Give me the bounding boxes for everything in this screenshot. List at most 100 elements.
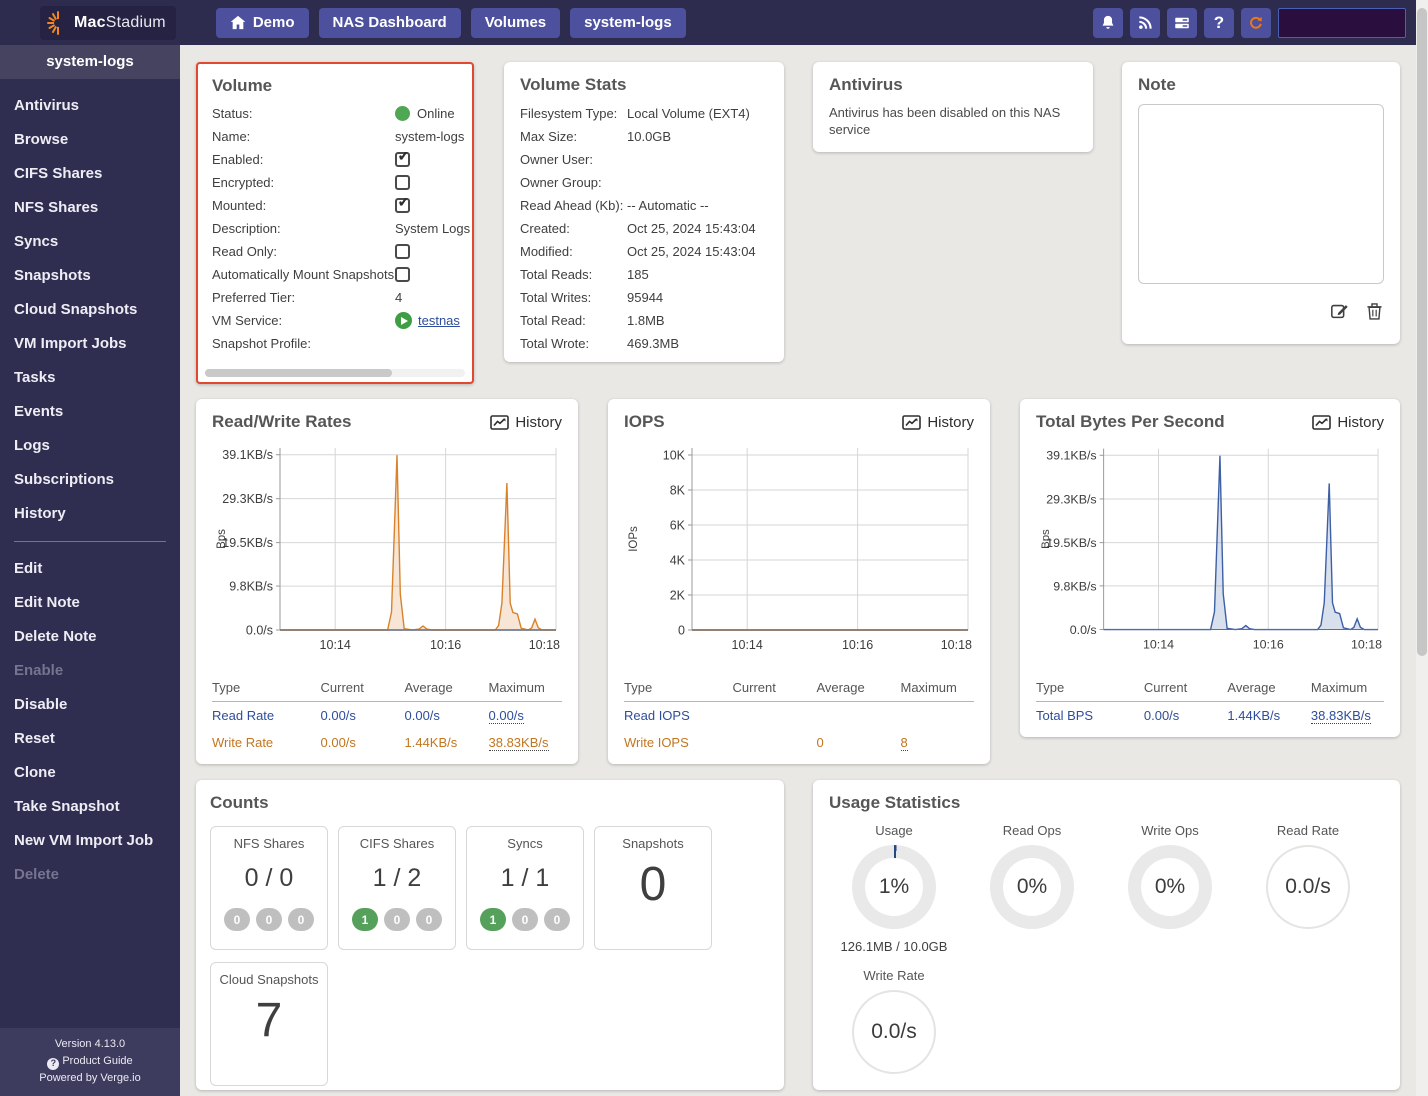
breadcrumb-system-logs[interactable]: system-logs	[570, 8, 686, 38]
sidebar-action-edit[interactable]: Edit	[0, 552, 180, 586]
notifications-button[interactable]	[1093, 8, 1123, 38]
svg-text:2K: 2K	[670, 589, 686, 603]
svg-text:19.5KB/s: 19.5KB/s	[1046, 536, 1096, 550]
write-rate-donut: 0.0/s	[852, 990, 936, 1074]
stat-total-reads: Total Reads:185	[520, 263, 768, 286]
tile-syncs[interactable]: Syncs 1 / 1 1 0 0	[466, 826, 584, 950]
svg-text:19.5KB/s: 19.5KB/s	[222, 536, 273, 550]
sidebar-item-cloud-snapshots[interactable]: Cloud Snapshots	[0, 293, 180, 327]
read-only-checkbox[interactable]	[395, 244, 410, 259]
testnas-link[interactable]: testnas	[418, 313, 460, 328]
servers-button[interactable]	[1167, 8, 1197, 38]
edit-note-icon[interactable]	[1330, 301, 1350, 321]
svg-text:10:14: 10:14	[732, 638, 763, 652]
delete-note-icon[interactable]	[1365, 301, 1384, 321]
svg-text:0: 0	[678, 624, 685, 638]
row-summary: Counts NFS Shares 0 / 0 0 0 0 CIFS Share…	[196, 780, 1400, 1090]
note-textarea[interactable]	[1138, 104, 1384, 284]
sidebar-item-vm-import-jobs[interactable]: VM Import Jobs	[0, 327, 180, 361]
table-row-total-bps: Total BPS0.00/s1.44KB/s38.83KB/s	[1036, 702, 1384, 729]
sidebar-item-syncs[interactable]: Syncs	[0, 225, 180, 259]
count-pill-online: 1	[352, 908, 378, 931]
iops-history-link[interactable]: History	[902, 414, 974, 431]
product-guide-link[interactable]: ?Product Guide	[0, 1053, 180, 1070]
volume-card-hscrollbar	[205, 369, 465, 377]
gauge-read-rate: Read Rate 0.0/s	[1243, 823, 1373, 954]
sidebar-item-events[interactable]: Events	[0, 395, 180, 429]
row-charts: Read/Write Rates History 0.0/s9.8KB/s19.…	[196, 399, 1400, 764]
breadcrumb-volumes[interactable]: Volumes	[471, 8, 560, 38]
sunburst-icon	[46, 9, 70, 37]
refresh-button[interactable]	[1241, 8, 1271, 38]
tile-nfs-shares[interactable]: NFS Shares 0 / 0 0 0 0	[210, 826, 328, 950]
sidebar-item-history[interactable]: History	[0, 497, 180, 531]
encrypted-checkbox[interactable]	[395, 175, 410, 190]
sidebar-item-snapshots[interactable]: Snapshots	[0, 259, 180, 293]
tile-cifs-shares[interactable]: CIFS Shares 1 / 2 1 0 0	[338, 826, 456, 950]
sidebar-action-disable[interactable]: Disable	[0, 688, 180, 722]
svg-text:6K: 6K	[670, 519, 686, 533]
table-row-write-rate: Write Rate0.00/s1.44KB/s38.83KB/s	[212, 729, 562, 756]
help-button[interactable]: ?	[1204, 8, 1234, 38]
mounted-checkbox[interactable]	[395, 198, 410, 213]
sidebar-action-new-vm-import-job[interactable]: New VM Import Job	[0, 824, 180, 858]
search-input[interactable]	[1278, 8, 1406, 38]
gauge-write-ops: Write Ops 0%	[1105, 823, 1235, 954]
table-row-read-rate: Read Rate0.00/s0.00/s0.00/s	[212, 702, 562, 729]
svg-text:8K: 8K	[670, 484, 686, 498]
sidebar-item-logs[interactable]: Logs	[0, 429, 180, 463]
count-pill: 0	[384, 908, 410, 931]
usage-gauges-row2: Write Rate 0.0/s	[829, 968, 1384, 1074]
breadcrumb: Demo NAS Dashboard Volumes system-logs	[216, 8, 686, 38]
gauge-usage: Usage 1% 126.1MB / 10.0GB	[829, 823, 959, 954]
counts-card: Counts NFS Shares 0 / 0 0 0 0 CIFS Share…	[196, 780, 784, 1090]
sidebar-action-delete-note[interactable]: Delete Note	[0, 620, 180, 654]
tile-snapshots[interactable]: Snapshots 0	[594, 826, 712, 950]
status-online-dot	[395, 106, 410, 121]
breadcrumb-demo[interactable]: Demo	[216, 8, 309, 38]
sidebar-action-reset[interactable]: Reset	[0, 722, 180, 756]
play-icon	[395, 312, 412, 329]
sidebar: system-logs Antivirus Browse CIFS Shares…	[0, 45, 180, 1096]
sidebar-item-nfs-shares[interactable]: NFS Shares	[0, 191, 180, 225]
usage-statistics-title: Usage Statistics	[829, 793, 1384, 813]
powered-by-text: Powered by Verge.io	[0, 1070, 180, 1087]
sidebar-divider	[14, 541, 166, 542]
sidebar-action-take-snapshot[interactable]: Take Snapshot	[0, 790, 180, 824]
sidebar-item-browse[interactable]: Browse	[0, 123, 180, 157]
count-pill: 0	[416, 908, 442, 931]
read-write-history-link[interactable]: History	[490, 414, 562, 431]
total-bytes-history-link[interactable]: History	[1312, 414, 1384, 431]
tile-cloud-snapshots[interactable]: Cloud Snapshots 7	[210, 962, 328, 1086]
svg-text:10:14: 10:14	[320, 638, 351, 652]
sidebar-item-tasks[interactable]: Tasks	[0, 361, 180, 395]
volume-field-preferred-tier: Preferred Tier: 4	[198, 286, 472, 309]
svg-text:10:16: 10:16	[842, 638, 873, 652]
volume-field-auto-mount-snapshots: Automatically Mount Snapshots:	[198, 263, 472, 286]
sidebar-action-clone[interactable]: Clone	[0, 756, 180, 790]
page-scrollbar-thumb[interactable]	[1417, 8, 1427, 656]
sidebar-item-cifs-shares[interactable]: CIFS Shares	[0, 157, 180, 191]
sidebar-title: system-logs	[0, 45, 180, 79]
total-bytes-table: TypeCurrentAverageMaximum Total BPS0.00/…	[1036, 674, 1384, 729]
auto-mount-snapshots-checkbox[interactable]	[395, 267, 410, 282]
feeds-button[interactable]	[1130, 8, 1160, 38]
sidebar-item-subscriptions[interactable]: Subscriptions	[0, 463, 180, 497]
svg-text:10:18: 10:18	[1351, 637, 1382, 651]
svg-text:0.0/s: 0.0/s	[1070, 623, 1097, 637]
row-info-cards: Volume Status: Online Name: system-logs …	[196, 62, 1400, 384]
sidebar-action-edit-note[interactable]: Edit Note	[0, 586, 180, 620]
volume-field-status: Status: Online	[198, 102, 472, 125]
stat-modified: Modified:Oct 25, 2024 15:43:04	[520, 240, 768, 263]
gauge-write-rate: Write Rate 0.0/s	[829, 968, 959, 1074]
breadcrumb-nas-dashboard[interactable]: NAS Dashboard	[319, 8, 461, 38]
usage-sub-text: 126.1MB / 10.0GB	[829, 939, 959, 954]
bell-icon	[1099, 14, 1117, 32]
count-pill: 0	[512, 908, 538, 931]
volume-card-hscrollbar-thumb[interactable]	[205, 369, 392, 377]
sidebar-item-antivirus[interactable]: Antivirus	[0, 89, 180, 123]
svg-text:10:16: 10:16	[1253, 637, 1284, 651]
count-pill: 0	[544, 908, 570, 931]
enabled-checkbox[interactable]	[395, 152, 410, 167]
stat-total-writes: Total Writes:95944	[520, 286, 768, 309]
